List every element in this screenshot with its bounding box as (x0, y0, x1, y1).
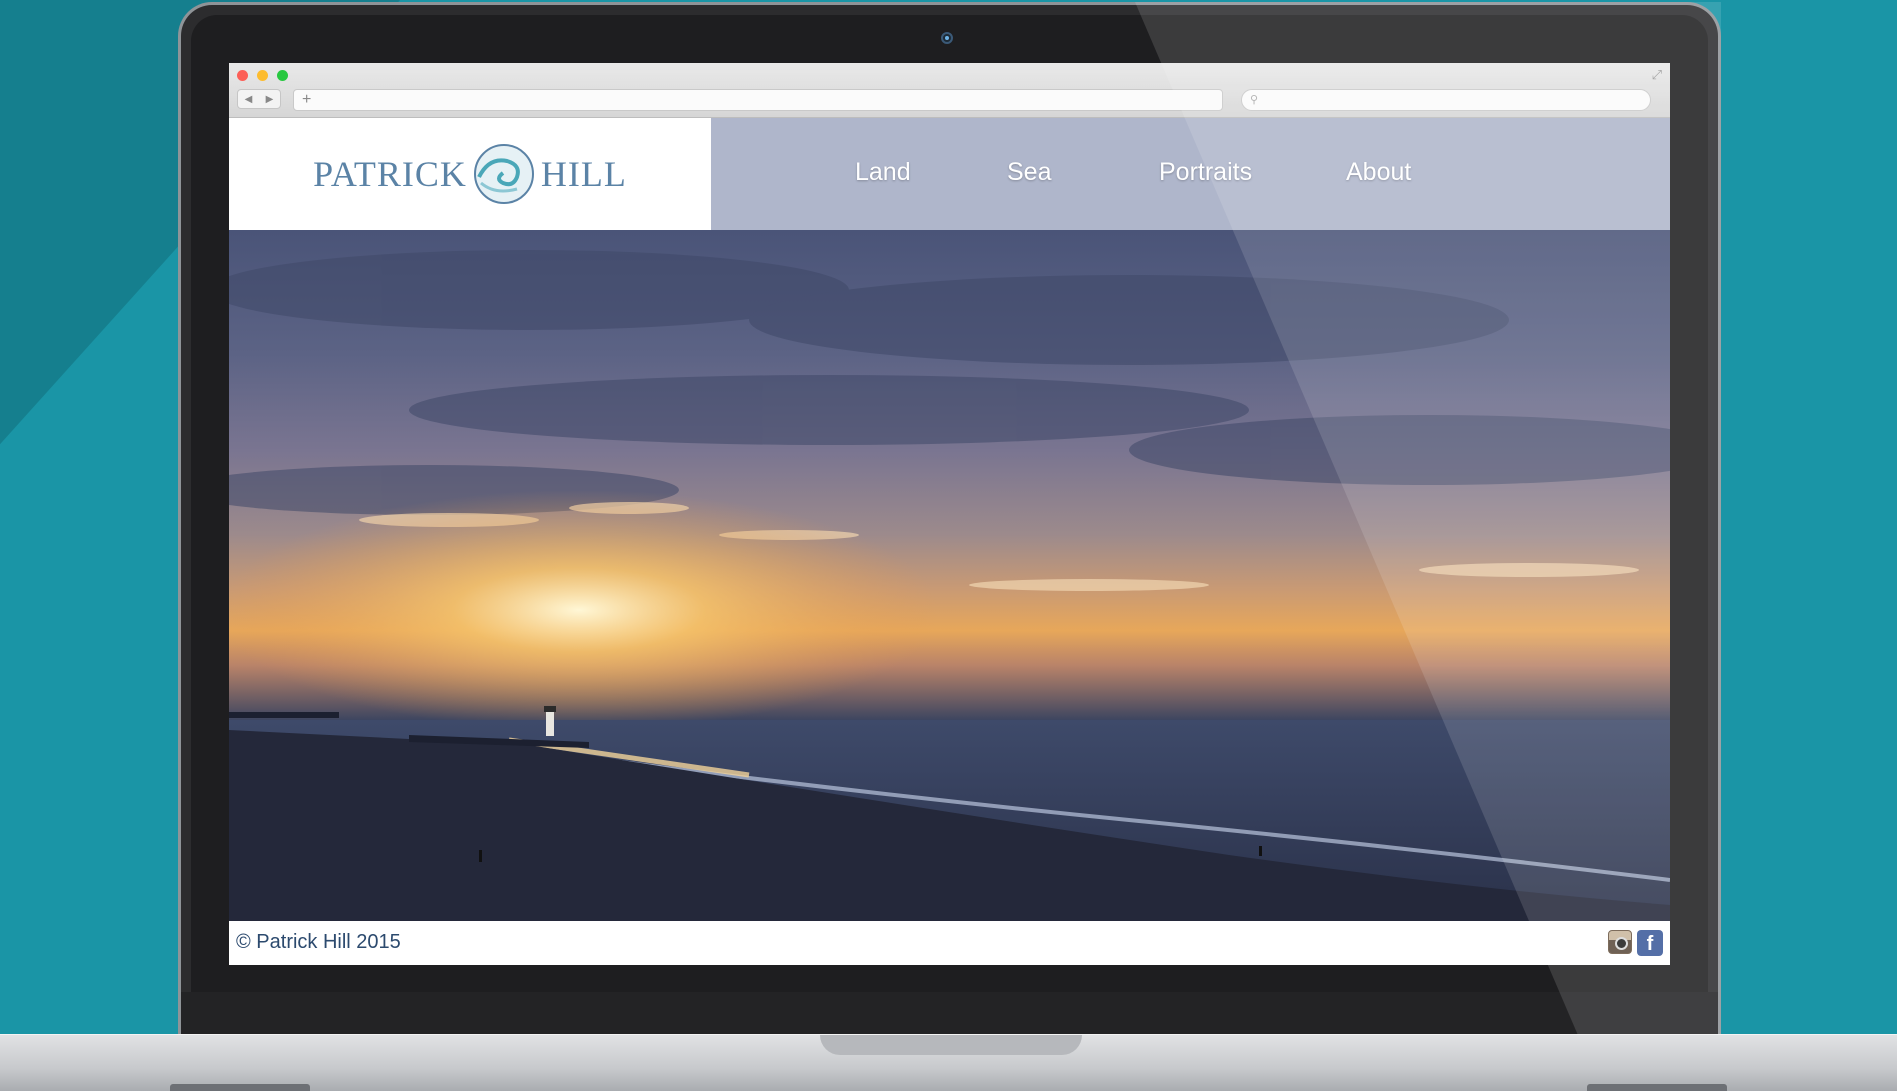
facebook-icon[interactable]: f (1637, 930, 1663, 956)
aperture-wave-logo-icon (473, 144, 534, 204)
laptop-foot-right (1587, 1084, 1727, 1091)
logo-word-right: HILL (540, 154, 627, 194)
fullscreen-icon[interactable]: ⤢ (1652, 67, 1662, 83)
sunset-beach-photo (229, 250, 1670, 921)
browser-toolbar: ◀ ▶ + ⚲ ⤢ (229, 63, 1670, 118)
laptop-screen: ◀ ▶ + ⚲ ⤢ PATRICK HILL Land Sea Portrait… (229, 63, 1670, 965)
history-nav: ◀ ▶ (237, 89, 281, 109)
address-bar[interactable]: + (293, 89, 1223, 111)
search-icon: ⚲ (1250, 94, 1259, 106)
nav-item-about[interactable]: About (1346, 158, 1411, 187)
back-arrow-icon[interactable]: ◀ (245, 94, 253, 105)
laptop-base (0, 1034, 1897, 1091)
laptop-foot-left (170, 1084, 310, 1091)
close-window-button[interactable] (237, 70, 248, 81)
hero-image (229, 230, 1670, 921)
nav-item-portraits[interactable]: Portraits (1159, 158, 1252, 187)
logo-word-left: PATRICK (313, 154, 467, 194)
forward-arrow-icon[interactable]: ▶ (266, 94, 274, 105)
main-navigation: Land Sea Portraits About (711, 118, 1670, 230)
copyright-text: © Patrick Hill 2015 (236, 931, 401, 953)
browser-search-input[interactable]: ⚲ (1241, 89, 1651, 111)
minimize-window-button[interactable] (257, 70, 268, 81)
new-tab-plus-icon[interactable]: + (302, 90, 311, 110)
instagram-icon[interactable] (1608, 930, 1632, 954)
nav-item-land[interactable]: Land (855, 158, 911, 187)
site-logo[interactable]: PATRICK HILL (229, 118, 711, 230)
laptop-opening-notch (820, 1035, 1082, 1055)
nav-item-sea[interactable]: Sea (1007, 158, 1051, 187)
maximize-window-button[interactable] (277, 70, 288, 81)
camera-icon (941, 32, 953, 44)
site-header: PATRICK HILL Land Sea Portraits About (229, 118, 1670, 230)
site-footer: © Patrick Hill 2015 f (229, 921, 1670, 965)
